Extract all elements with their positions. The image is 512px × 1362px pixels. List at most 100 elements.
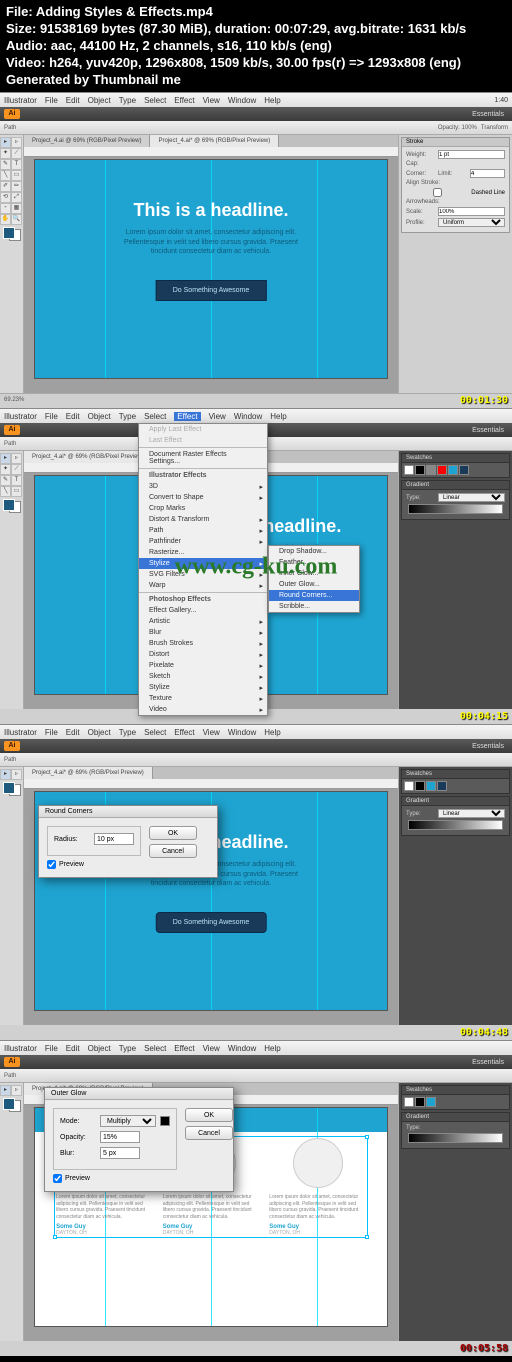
- menu-item[interactable]: Artistic: [139, 616, 267, 627]
- generated-line: Generated by Thumbnail me: [6, 72, 506, 89]
- stroke-tab[interactable]: Stroke: [402, 138, 509, 147]
- swatch-item[interactable]: [404, 465, 414, 475]
- direct-select-tool[interactable]: ▹: [11, 137, 22, 148]
- preview-checkbox[interactable]: [53, 1174, 62, 1183]
- cancel-button[interactable]: Cancel: [185, 1126, 233, 1140]
- opacity-label: Opacity: 100%: [438, 125, 477, 131]
- weight-input[interactable]: [438, 150, 505, 159]
- rotate-tool[interactable]: ⟲: [0, 192, 11, 203]
- preview-checkbox[interactable]: [47, 860, 56, 869]
- magic-wand-tool[interactable]: ✦: [0, 148, 11, 159]
- opacity-label: Opacity:: [60, 1134, 96, 1141]
- mode-select[interactable]: Multiply: [100, 1115, 156, 1127]
- menu-item[interactable]: Brush Strokes: [139, 638, 267, 649]
- menu-item[interactable]: Path: [139, 525, 267, 536]
- opacity-input[interactable]: [100, 1131, 140, 1143]
- brush-tool[interactable]: ✐: [0, 181, 11, 192]
- profile-select[interactable]: Uniform: [438, 218, 505, 227]
- menu-item[interactable]: Document Raster Effects Settings...: [139, 449, 267, 467]
- menu-item-round-corners[interactable]: Round Corners...: [269, 590, 359, 601]
- menu-effect[interactable]: Effect: [174, 96, 194, 105]
- menu-effect-open[interactable]: Effect: [174, 412, 200, 421]
- file-line: File: Adding Styles & Effects.mp4: [6, 4, 506, 21]
- thumbnail-frame-2: Illustrator File Edit Object Type Select…: [0, 408, 512, 724]
- pen-tool[interactable]: ✎: [0, 159, 11, 170]
- dashed-checkbox[interactable]: [406, 188, 469, 197]
- doc-tab-1[interactable]: Project_4.ai @ 69% (RGB/Pixel Preview): [24, 135, 150, 147]
- timestamp: 00:01:30: [460, 395, 508, 406]
- cap-label: Cap:: [406, 161, 436, 167]
- selection-tool[interactable]: ▸: [0, 137, 11, 148]
- menu-item[interactable]: Pathfinder: [139, 536, 267, 547]
- menu-select[interactable]: Select: [144, 96, 166, 105]
- app-name: Illustrator: [4, 96, 37, 105]
- menu-item[interactable]: 3D: [139, 481, 267, 492]
- zoom-tool[interactable]: 🔍: [11, 214, 22, 225]
- swatch-item[interactable]: [415, 465, 425, 475]
- thumbnail-frame-4: Illustrator FileEditObjectTypeSelectEffe…: [0, 1040, 512, 1356]
- radius-label: Radius:: [54, 836, 90, 843]
- menu-item[interactable]: Distort & Transform: [139, 514, 267, 525]
- corner-label: Corner:: [406, 171, 436, 177]
- menu-type[interactable]: Type: [119, 96, 136, 105]
- menu-item[interactable]: Distort: [139, 649, 267, 660]
- menu-help[interactable]: Help: [264, 96, 280, 105]
- swatch-item[interactable]: [437, 465, 447, 475]
- weight-label: Weight:: [406, 152, 436, 158]
- menu-item[interactable]: Pixelate: [139, 660, 267, 671]
- menu-item[interactable]: Texture: [139, 693, 267, 704]
- hand-tool[interactable]: ✋: [0, 214, 11, 225]
- ok-button[interactable]: OK: [149, 826, 197, 840]
- menu-object[interactable]: Object: [88, 96, 111, 105]
- menu-item[interactable]: Stylize: [139, 682, 267, 693]
- selection-label: Path: [4, 125, 16, 131]
- stroke-panel: Stroke Weight: Cap: Corner:Limit: Align …: [401, 137, 510, 233]
- line-tool[interactable]: ╲: [0, 170, 11, 181]
- cancel-button[interactable]: Cancel: [149, 844, 197, 858]
- gradient-slider[interactable]: [408, 504, 503, 514]
- status-bar: 69.23%: [0, 393, 512, 405]
- eyedropper-tool[interactable]: ⁃: [0, 203, 11, 214]
- menu-item[interactable]: Outer Glow...: [269, 579, 359, 590]
- menu-view[interactable]: View: [203, 96, 220, 105]
- blur-label: Blur:: [60, 1150, 96, 1157]
- artboard[interactable]: This is a headline. Lorem ipsum dolor si…: [34, 159, 388, 379]
- gradient-type-select[interactable]: Linear: [438, 493, 505, 502]
- ok-button[interactable]: OK: [185, 1108, 233, 1122]
- menu-item[interactable]: Blur: [139, 627, 267, 638]
- type-tool[interactable]: T: [11, 159, 22, 170]
- mode-label: Mode:: [60, 1118, 96, 1125]
- menu-item[interactable]: Sketch: [139, 671, 267, 682]
- menu-item[interactable]: Video: [139, 704, 267, 715]
- gradient-tool[interactable]: ▦: [11, 203, 22, 214]
- menu-window[interactable]: Window: [228, 96, 256, 105]
- radius-input[interactable]: [94, 833, 134, 845]
- rect-tool[interactable]: ▭: [11, 170, 22, 181]
- blur-input[interactable]: [100, 1147, 140, 1159]
- menu-item[interactable]: Effect Gallery...: [139, 605, 267, 616]
- transform-link[interactable]: Transform: [481, 125, 508, 131]
- color-swatch[interactable]: [160, 1116, 170, 1126]
- menu-item[interactable]: Scribble...: [269, 601, 359, 612]
- menu-item[interactable]: Warp: [139, 580, 267, 591]
- menu-item[interactable]: Crop Marks: [139, 503, 267, 514]
- fill-stroke-swatch[interactable]: [3, 227, 21, 241]
- headline-text[interactable]: This is a headline.: [35, 200, 387, 221]
- menu-item[interactable]: Convert to Shape: [139, 492, 267, 503]
- limit-input[interactable]: [470, 169, 505, 178]
- swatch-item[interactable]: [426, 465, 436, 475]
- cta-button-object[interactable]: Do Something Awesome: [156, 280, 267, 301]
- body-text[interactable]: Lorem ipsum dolor sit amet, consectetur …: [112, 228, 309, 255]
- scale-input[interactable]: [438, 207, 505, 216]
- menu-edit[interactable]: Edit: [66, 96, 80, 105]
- limit-label: Limit:: [438, 171, 468, 177]
- lasso-tool[interactable]: ⟋: [11, 148, 22, 159]
- workspace-switcher[interactable]: Essentials: [472, 111, 508, 118]
- canvas-area[interactable]: Project_4.ai @ 69% (RGB/Pixel Preview) P…: [24, 135, 398, 393]
- menu-file[interactable]: File: [45, 96, 58, 105]
- swatch-item[interactable]: [448, 465, 458, 475]
- scale-tool[interactable]: ⤢: [11, 192, 22, 203]
- pencil-tool[interactable]: ✏: [11, 181, 22, 192]
- doc-tab-2[interactable]: Project_4.ai* @ 69% (RGB/Pixel Preview): [150, 135, 279, 147]
- swatch-item[interactable]: [459, 465, 469, 475]
